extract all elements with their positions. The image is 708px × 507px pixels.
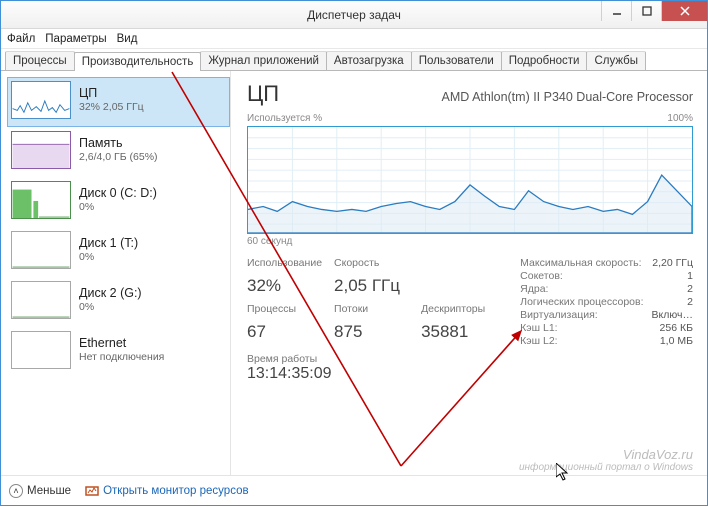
- sidebar-item-disk2[interactable]: Диск 2 (G:)0%: [7, 277, 230, 327]
- tab-details[interactable]: Подробности: [501, 51, 588, 70]
- cpu-sub: 32% 2,05 ГГц: [79, 101, 144, 114]
- disk0-thumb-icon: [11, 181, 71, 219]
- chart-xlabel: 60 секунд: [247, 236, 693, 247]
- cpu-details: Максимальная скорость:2,20 ГГц Сокетов:1…: [520, 257, 693, 347]
- cpu-model: AMD Athlon(tm) II P340 Dual-Core Process…: [442, 90, 693, 104]
- sidebar-item-memory[interactable]: Память2,6/4,0 ГБ (65%): [7, 127, 230, 177]
- minimize-button[interactable]: [601, 1, 631, 21]
- cpu-thumb-icon: [11, 81, 71, 119]
- open-resource-monitor-link[interactable]: Открыть монитор ресурсов: [85, 484, 249, 498]
- chart-ylabel: Используется %: [247, 113, 322, 124]
- speed-value: 2,05 ГГц: [334, 276, 409, 301]
- disk1-thumb-icon: [11, 231, 71, 269]
- tab-performance[interactable]: Производительность: [74, 52, 202, 71]
- disk2-thumb-icon: [11, 281, 71, 319]
- window-title: Диспетчер задач: [307, 8, 401, 22]
- menu-file[interactable]: Файл: [7, 33, 35, 45]
- maximize-button[interactable]: [631, 1, 661, 21]
- close-button[interactable]: [661, 1, 707, 21]
- chart-ymax: 100%: [667, 113, 693, 124]
- sidebar-item-ethernet[interactable]: EthernetНет подключения: [7, 327, 230, 377]
- sidebar: ЦП32% 2,05 ГГц Память2,6/4,0 ГБ (65%) Ди…: [1, 71, 231, 475]
- tab-startup[interactable]: Автозагрузка: [326, 51, 412, 70]
- threads-value: 875: [334, 322, 409, 347]
- footer: ˄ Меньше Открыть монитор ресурсов: [1, 475, 707, 505]
- tab-users[interactable]: Пользователи: [411, 51, 502, 70]
- monitor-icon: [85, 484, 99, 498]
- watermark: VindaVoz.ru информационный портал о Wind…: [519, 448, 693, 473]
- main-panel: ЦП AMD Athlon(tm) II P340 Dual-Core Proc…: [231, 71, 707, 475]
- ethernet-thumb-icon: [11, 331, 71, 369]
- fewer-details-button[interactable]: ˄ Меньше: [9, 484, 71, 498]
- tab-services[interactable]: Службы: [586, 51, 646, 70]
- cursor-icon: [556, 463, 572, 483]
- titlebar: Диспетчер задач: [1, 1, 707, 29]
- tab-apphistory[interactable]: Журнал приложений: [200, 51, 327, 70]
- tabs: Процессы Производительность Журнал прило…: [1, 49, 707, 71]
- menu-view[interactable]: Вид: [117, 33, 138, 45]
- sidebar-item-cpu[interactable]: ЦП32% 2,05 ГГц: [7, 77, 230, 127]
- tab-processes[interactable]: Процессы: [5, 51, 75, 70]
- cpu-usage-chart[interactable]: [247, 126, 693, 234]
- sidebar-item-disk0[interactable]: Диск 0 (C: D:)0%: [7, 177, 230, 227]
- menubar: Файл Параметры Вид: [1, 29, 707, 49]
- processes-value: 67: [247, 322, 322, 347]
- memory-thumb-icon: [11, 131, 71, 169]
- uptime-value: 13:14:35:09: [247, 365, 693, 383]
- usage-value: 32%: [247, 276, 322, 301]
- menu-options[interactable]: Параметры: [45, 33, 106, 45]
- sidebar-item-disk1[interactable]: Диск 1 (T:)0%: [7, 227, 230, 277]
- chevron-up-icon: ˄: [9, 484, 23, 498]
- page-title: ЦП: [247, 81, 279, 107]
- cpu-name: ЦП: [79, 86, 144, 101]
- handles-value: 35881: [421, 322, 496, 347]
